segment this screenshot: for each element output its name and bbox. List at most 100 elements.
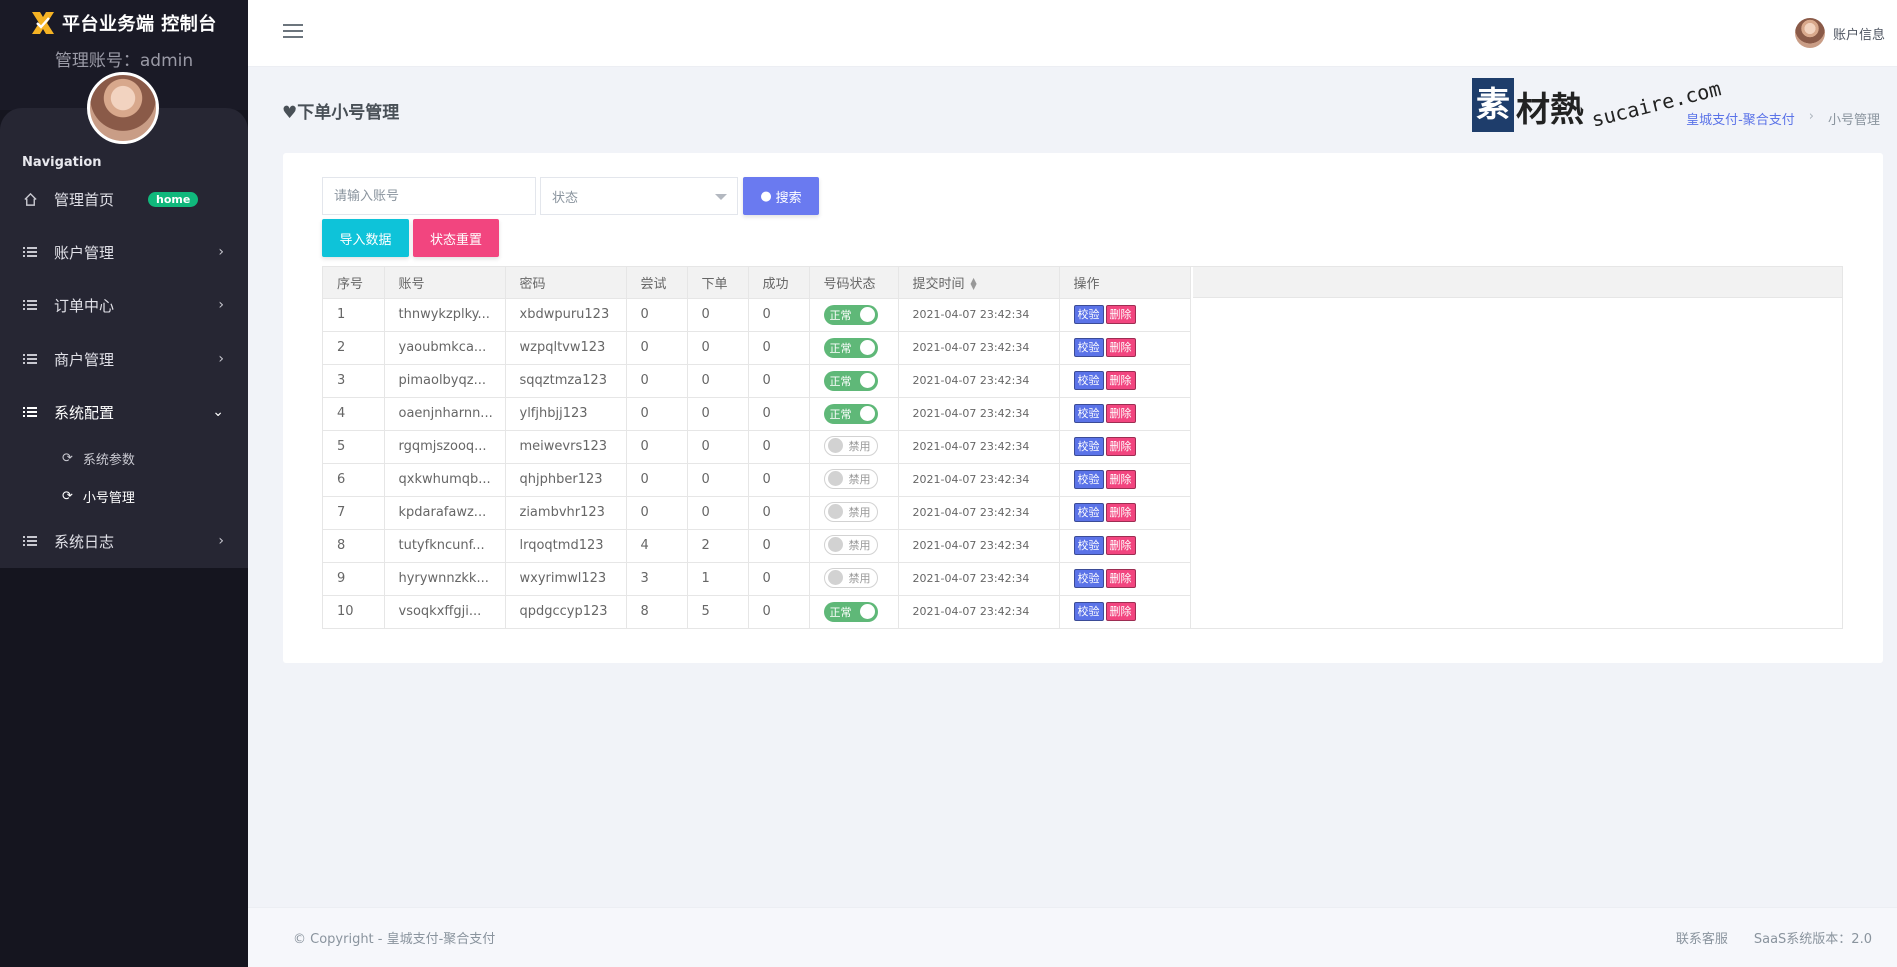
table-cell-account: thnwykzplky... xyxy=(384,298,506,332)
user-avatar xyxy=(1794,18,1825,48)
table-cell-account: vsoqkxffgji... xyxy=(384,595,506,629)
table-cell-orders: 0 xyxy=(687,496,749,530)
sidebar-item-label: 商户管理 xyxy=(54,350,115,369)
breadcrumb-home[interactable]: 皇城支付-聚合支付 xyxy=(1686,109,1795,128)
table-cell-account: tutyfkncunf... xyxy=(384,529,506,563)
avatar[interactable] xyxy=(87,72,159,144)
verify-button[interactable]: 校验 xyxy=(1073,569,1104,588)
table-row: 4 oaenjnharnn... ylfjhbjj123 0 0 0 正常 2021-04-0… xyxy=(323,397,1191,431)
table-cell-orders: 0 xyxy=(687,364,749,398)
toggle-knob xyxy=(859,604,875,619)
delete-button[interactable]: 删除 xyxy=(1105,404,1136,423)
table-cell-actions: 校验 删除 xyxy=(1059,331,1191,365)
delete-button[interactable]: 删除 xyxy=(1105,338,1136,357)
table-cell-orders: 0 xyxy=(687,430,749,464)
delete-button[interactable]: 删除 xyxy=(1105,536,1136,555)
status-select[interactable]: 状态 xyxy=(540,177,738,215)
sidebar-subitem-system-params[interactable]: ⟳ 系统参数 xyxy=(62,443,135,473)
verify-button[interactable]: 校验 xyxy=(1073,503,1104,522)
table-cell-password: meiwevrs123 xyxy=(505,430,627,464)
delete-button[interactable]: 删除 xyxy=(1105,470,1136,489)
verify-button[interactable]: 校验 xyxy=(1073,338,1104,357)
status-select-value: 状态 xyxy=(552,190,579,206)
status-toggle[interactable]: 正常 xyxy=(823,337,878,358)
reset-status-button[interactable]: 状态重置 xyxy=(413,219,499,257)
sidebar-item-system-config[interactable]: 系统配置 ⌄ xyxy=(0,390,248,434)
table-cell-status: 正常 xyxy=(809,298,899,332)
table-cell-time: 2021-04-07 23:42:34 xyxy=(898,496,1060,530)
status-toggle[interactable]: 正常 xyxy=(823,304,878,325)
sidebar-item-label: 管理首页 xyxy=(54,190,115,209)
verify-button[interactable]: 校验 xyxy=(1073,371,1104,390)
verify-button[interactable]: 校验 xyxy=(1073,404,1104,423)
sidebar: 平台业务端 控制台 管理账号：admin Navigation 管理首页 hom… xyxy=(0,0,248,967)
page-title: ♥下单小号管理 xyxy=(282,103,400,123)
sidebar-item-logs[interactable]: 系统日志 › xyxy=(0,519,248,563)
status-toggle[interactable]: 禁用 xyxy=(823,567,878,588)
table-cell-no: 3 xyxy=(323,364,385,398)
table-cell-password: xbdwpuru123 xyxy=(505,298,627,332)
refresh-icon: ⟳ xyxy=(62,450,73,466)
status-toggle[interactable]: 禁用 xyxy=(823,534,878,555)
delete-button[interactable]: 删除 xyxy=(1105,437,1136,456)
sidebar-item-merchants[interactable]: 商户管理 › xyxy=(0,337,248,381)
status-toggle[interactable]: 正常 xyxy=(823,370,878,391)
delete-button[interactable]: 删除 xyxy=(1105,503,1136,522)
sidebar-item-orders[interactable]: 订单中心 › xyxy=(0,283,248,327)
verify-button[interactable]: 校验 xyxy=(1073,602,1104,621)
table-cell-no: 2 xyxy=(323,331,385,365)
table-cell-success: 0 xyxy=(748,430,810,464)
verify-button[interactable]: 校验 xyxy=(1073,305,1104,324)
table-cell-no: 1 xyxy=(323,298,385,332)
table-cell-time: 2021-04-07 23:42:34 xyxy=(898,364,1060,398)
brand[interactable]: 平台业务端 控制台 xyxy=(28,8,217,38)
sidebar-item-accounts[interactable]: 账户管理 › xyxy=(0,230,248,274)
status-toggle[interactable]: 正常 xyxy=(823,601,878,622)
list-icon xyxy=(22,297,38,313)
table-cell-tries: 0 xyxy=(626,298,688,332)
sidebar-subitem-sub-accounts[interactable]: ⟳ 小号管理 xyxy=(62,481,135,511)
logo-icon xyxy=(32,12,54,34)
status-toggle[interactable]: 禁用 xyxy=(823,468,878,489)
table-cell-password: qhjphber123 xyxy=(505,463,627,497)
table-cell-actions: 校验 删除 xyxy=(1059,364,1191,398)
status-toggle[interactable]: 禁用 xyxy=(823,501,878,522)
delete-button[interactable]: 删除 xyxy=(1105,602,1136,621)
table-cell-orders: 0 xyxy=(687,298,749,332)
sidebar-item-home[interactable]: 管理首页 home xyxy=(0,177,248,221)
verify-button[interactable]: 校验 xyxy=(1073,536,1104,555)
table-cell-tries: 0 xyxy=(626,463,688,497)
menu-toggle-icon[interactable] xyxy=(283,24,303,40)
user-menu[interactable]: 账户信息 xyxy=(1794,18,1885,48)
verify-button[interactable]: 校验 xyxy=(1073,437,1104,456)
support-link[interactable]: 联系客服 xyxy=(1676,928,1728,947)
caret-down-icon xyxy=(715,194,727,200)
table-cell-password: wzpqltvw123 xyxy=(505,331,627,365)
table-cell-account: hyrywnnzkk... xyxy=(384,562,506,596)
nav-caption: Navigation xyxy=(22,155,102,170)
table-cell-tries: 0 xyxy=(626,397,688,431)
table-cell-actions: 校验 删除 xyxy=(1059,298,1191,332)
table-row: 1 thnwykzplky... xbdwpuru123 0 0 0 正常 2021-04-0… xyxy=(323,298,1191,332)
search-button[interactable]: ● 搜索 xyxy=(743,177,819,215)
status-toggle[interactable]: 禁用 xyxy=(823,435,878,456)
col-header-sortable[interactable]: 提交时间 ▲ ▼ xyxy=(898,267,1060,299)
account-label: 管理账号：admin xyxy=(54,51,194,71)
table-row: 7 kpdarafawz... ziambvhr123 0 0 0 禁用 2021-04-07… xyxy=(323,496,1191,530)
delete-button[interactable]: 删除 xyxy=(1105,371,1136,390)
copyright-link[interactable]: 皇城支付-聚合支付 xyxy=(387,932,496,947)
toggle-knob xyxy=(859,373,875,388)
verify-button[interactable]: 校验 xyxy=(1073,470,1104,489)
account-search-input[interactable] xyxy=(322,177,536,215)
delete-button[interactable]: 删除 xyxy=(1105,305,1136,324)
table-cell-time: 2021-04-07 23:42:34 xyxy=(898,298,1060,332)
delete-button[interactable]: 删除 xyxy=(1105,569,1136,588)
table-cell-time: 2021-04-07 23:42:34 xyxy=(898,562,1060,596)
table-cell-success: 0 xyxy=(748,562,810,596)
table-cell-status: 正常 xyxy=(809,331,899,365)
status-toggle[interactable]: 正常 xyxy=(823,403,878,424)
table-cell-success: 0 xyxy=(748,298,810,332)
import-data-button[interactable]: 导入数据 xyxy=(322,219,409,257)
list-icon xyxy=(22,533,38,549)
sort-icon[interactable]: ▲ ▼ xyxy=(971,277,977,291)
